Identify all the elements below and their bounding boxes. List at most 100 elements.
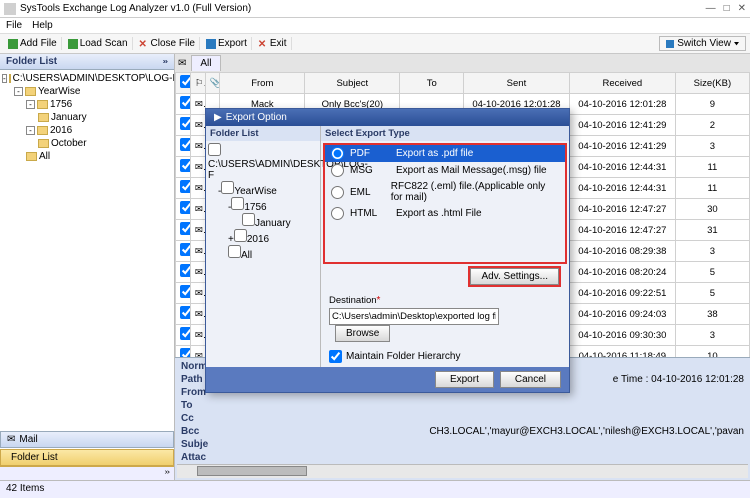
detail-to: To xyxy=(181,400,219,411)
browse-button[interactable]: Browse xyxy=(335,325,390,342)
loadscan-button[interactable]: Load Scan xyxy=(64,37,133,50)
close-icon[interactable]: ✕ xyxy=(738,3,746,14)
row-checkbox[interactable] xyxy=(180,96,190,109)
modal-title: ▶Export Option xyxy=(206,109,569,126)
tab-row: ✉ All xyxy=(175,54,750,72)
collapse-icon[interactable]: - xyxy=(26,126,35,135)
menu-file[interactable]: File xyxy=(6,20,22,31)
export-option-eml[interactable]: EMLRFC822 (.eml) file.(Applicable only f… xyxy=(325,179,565,205)
cell-size: 9 xyxy=(675,94,749,115)
col-sent[interactable]: Sent xyxy=(464,73,570,94)
col-to[interactable]: To xyxy=(400,73,464,94)
row-checkbox[interactable] xyxy=(180,138,190,151)
tab-all[interactable]: All xyxy=(191,55,220,71)
export-option-html[interactable]: HTMLExport as .html File xyxy=(325,205,565,222)
row-checkbox[interactable] xyxy=(180,159,190,172)
tree-2016[interactable]: 2016 xyxy=(50,125,72,136)
detail-bcc: Bcc xyxy=(181,426,219,437)
row-checkbox[interactable] xyxy=(180,222,190,235)
row-checkbox[interactable] xyxy=(180,180,190,193)
export-option-pdf[interactable]: PDFExport as .pdf file xyxy=(325,145,565,162)
cell-received: 04-10-2016 11:18:49 xyxy=(569,346,675,358)
row-checkbox[interactable] xyxy=(180,201,190,214)
closefile-button[interactable]: ✕Close File xyxy=(135,37,200,50)
cell-received: 04-10-2016 08:29:38 xyxy=(569,241,675,262)
export-option-msg[interactable]: MSGExport as Mail Message(.msg) file xyxy=(325,162,565,179)
radio-msg[interactable] xyxy=(331,164,344,177)
maintain-hierarchy-checkbox[interactable] xyxy=(329,350,342,363)
adv-settings-button[interactable]: Adv. Settings... xyxy=(470,268,559,285)
horizontal-scrollbar[interactable] xyxy=(177,464,748,478)
etime-label: e Time : xyxy=(613,374,649,385)
mail-icon: ✉ xyxy=(7,434,15,445)
mail-tab-icon: ✉ xyxy=(175,58,189,69)
tree-1756[interactable]: 1756 xyxy=(50,99,72,110)
radio-eml[interactable] xyxy=(331,186,344,199)
row-checkbox[interactable] xyxy=(180,348,190,357)
tree-october[interactable]: October xyxy=(51,138,87,149)
row-checkbox[interactable] xyxy=(180,264,190,277)
etime-value: 04-10-2016 12:01:28 xyxy=(651,374,744,385)
scroll-thumb[interactable] xyxy=(197,466,307,476)
radio-pdf[interactable] xyxy=(331,147,344,160)
cell-size: 11 xyxy=(675,157,749,178)
row-checkbox[interactable] xyxy=(180,285,190,298)
titlebar: SysTools Exchange Log Analyzer v1.0 (Ful… xyxy=(0,0,750,18)
panel-chevron[interactable]: » xyxy=(0,466,174,480)
plus-icon xyxy=(8,39,18,49)
checkbox-header[interactable] xyxy=(176,73,191,94)
status-bar: 42 Items xyxy=(0,480,750,498)
chevron-icon[interactable]: » xyxy=(162,58,168,66)
minimize-icon[interactable]: — xyxy=(706,3,716,14)
menu-help[interactable]: Help xyxy=(32,20,53,31)
cell-size: 5 xyxy=(675,262,749,283)
tree-january[interactable]: January xyxy=(51,112,87,123)
folderlist-header: Folder List» xyxy=(0,54,174,70)
collapse-icon[interactable]: - xyxy=(14,87,23,96)
folderlist-panel-button[interactable]: Folder List xyxy=(0,449,174,466)
mail-panel-button[interactable]: ✉Mail xyxy=(0,431,174,448)
maximize-icon[interactable]: □ xyxy=(724,3,730,14)
destination-input[interactable] xyxy=(329,308,499,325)
flag-header: ⚐ xyxy=(190,73,205,94)
exit-icon: ✕ xyxy=(258,39,268,49)
chevron-down-icon: ▾ xyxy=(734,40,739,48)
folder-icon xyxy=(38,113,49,122)
col-from[interactable]: From xyxy=(220,73,305,94)
cell-size: 3 xyxy=(675,136,749,157)
exit-button[interactable]: ✕Exit xyxy=(254,37,292,50)
app-icon xyxy=(4,3,16,15)
col-size[interactable]: Size(KB) xyxy=(675,73,749,94)
tree-yearwise[interactable]: YearWise xyxy=(38,86,80,97)
collapse-icon[interactable]: - xyxy=(26,100,35,109)
switchview-button[interactable]: Switch View▾ xyxy=(659,36,746,51)
row-checkbox[interactable] xyxy=(180,327,190,340)
radio-html[interactable] xyxy=(331,207,344,220)
cell-size: 3 xyxy=(675,325,749,346)
app-title: SysTools Exchange Log Analyzer v1.0 (Ful… xyxy=(20,3,251,14)
col-subject[interactable]: Subject xyxy=(305,73,400,94)
toolbar: Add File Load Scan ✕Close File Export ✕E… xyxy=(0,34,750,54)
modal-folderlist-header: Folder List xyxy=(206,126,320,141)
export-options-box: PDFExport as .pdf fileMSGExport as Mail … xyxy=(323,143,567,264)
row-checkbox[interactable] xyxy=(180,117,190,130)
row-checkbox[interactable] xyxy=(180,243,190,256)
maintain-label: Maintain Folder Hierarchy xyxy=(346,351,461,362)
cell-received: 04-10-2016 08:20:24 xyxy=(569,262,675,283)
collapse-icon[interactable]: - xyxy=(2,74,7,83)
folder-tree[interactable]: -C:\USERS\ADMIN\DESKTOP\LOG-FILE\DIFFERE… xyxy=(0,70,174,430)
tree-all[interactable]: All xyxy=(39,151,50,162)
cell-received: 04-10-2016 12:47:27 xyxy=(569,220,675,241)
modal-tree[interactable]: C:\USERS\ADMIN\DESKTOP\LOG-F -YearWise -… xyxy=(206,141,320,263)
detail-subj: Subje xyxy=(181,439,219,450)
export-button[interactable]: Export xyxy=(202,37,252,50)
cell-size: 5 xyxy=(675,283,749,304)
cell-received: 04-10-2016 09:22:51 xyxy=(569,283,675,304)
modal-cancel-button[interactable]: Cancel xyxy=(500,371,561,388)
row-checkbox[interactable] xyxy=(180,306,190,319)
tree-root[interactable]: C:\USERS\ADMIN\DESKTOP\LOG-FILE\DIFFEREN… xyxy=(13,73,174,84)
addfile-button[interactable]: Add File xyxy=(4,37,62,50)
cell-size: 31 xyxy=(675,220,749,241)
modal-export-button[interactable]: Export xyxy=(435,371,494,388)
col-received[interactable]: Received xyxy=(569,73,675,94)
